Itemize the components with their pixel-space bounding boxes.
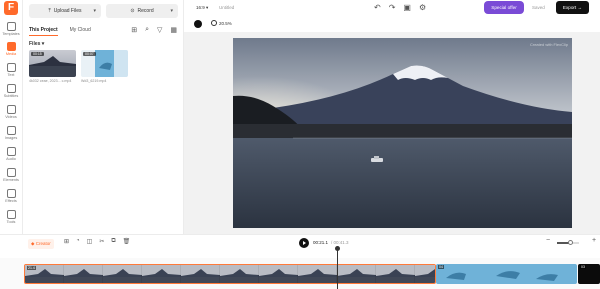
search-icon[interactable]: ⌕: [145, 26, 149, 34]
record-button[interactable]: ⊙ Record ▾: [106, 4, 178, 18]
subtitles-icon: [6, 84, 16, 93]
clip-frame: [298, 265, 338, 283]
timeline-zoom-slider[interactable]: [557, 240, 579, 245]
video-editor: F Templates Media Text Subtitles Videos …: [0, 0, 600, 289]
clip-frame: [337, 265, 377, 283]
play-button[interactable]: [299, 238, 309, 248]
rail-item-tools[interactable]: Tools: [0, 210, 22, 224]
watermark-text: Created with FlexClip: [529, 42, 568, 47]
clip-frame: [64, 265, 104, 283]
filter-icon[interactable]: ▽: [157, 26, 162, 34]
rail-item-videos[interactable]: Videos: [0, 105, 22, 119]
undo-icon[interactable]: ↶: [374, 3, 381, 12]
files-folder-label[interactable]: Files ▾: [29, 41, 44, 47]
text-icon: [6, 63, 16, 72]
add-track-icon[interactable]: ⊞: [64, 238, 69, 245]
clip-duration-badge: 03: [580, 265, 586, 269]
audio-icon: [6, 147, 16, 156]
top-bar: 16:9 ▾ Untitled ↶ ↷ ▣ ⚙ Special offer Sa…: [184, 0, 600, 16]
rail-item-audio[interactable]: Audio: [0, 147, 22, 161]
preview-stage: Created with FlexClip: [184, 32, 600, 234]
clip-frame: [220, 265, 260, 283]
background-color-picker[interactable]: [194, 20, 202, 28]
rail-item-images[interactable]: Images: [0, 126, 22, 140]
elements-icon: [6, 168, 16, 177]
video-clip-mountain[interactable]: 21.4: [24, 264, 436, 284]
clip-filmstrip: [25, 265, 435, 283]
zoom-out-icon[interactable]: −: [546, 237, 550, 244]
rail-item-effects[interactable]: Effects: [0, 189, 22, 203]
creator-button[interactable]: ◆ Creator: [28, 239, 54, 249]
effects-icon: [6, 189, 16, 198]
video-preview[interactable]: Created with FlexClip: [233, 38, 572, 228]
record-icon: ⊙: [130, 8, 135, 14]
media-thumbnail[interactable]: 00:07: [81, 50, 128, 77]
clip-frame: [376, 265, 416, 283]
aspect-ratio-dropdown[interactable]: 16:9 ▾: [196, 5, 208, 11]
media-filename: 4k032 ceae, 2023... c.mp4: [29, 79, 72, 83]
templates-icon: [6, 22, 16, 31]
rail-item-templates[interactable]: Templates: [0, 22, 22, 36]
clip-frame: [142, 265, 182, 283]
chevron-down-icon[interactable]: ▾: [170, 8, 173, 14]
clip-frame: [181, 265, 221, 283]
speed-icon[interactable]: ◔: [76, 238, 80, 245]
videos-icon: [6, 105, 16, 114]
rail-item-text[interactable]: Text: [0, 63, 22, 77]
clock-icon: [211, 20, 217, 26]
duration-badge: 00:07: [83, 52, 96, 56]
rail-item-media[interactable]: Media: [0, 42, 22, 56]
new-folder-icon[interactable]: ⊞: [131, 26, 137, 34]
preview-toolbar: 20.5%: [184, 16, 600, 32]
duplicate-icon[interactable]: ⧉: [111, 238, 115, 245]
cut-icon[interactable]: ✂: [99, 238, 104, 245]
video-clip-end[interactable]: 03: [578, 264, 600, 284]
timeline-playhead[interactable]: [337, 248, 338, 289]
clip-frame: [415, 265, 435, 283]
split-icon[interactable]: ◫: [87, 238, 93, 245]
rail-item-elements[interactable]: Elements: [0, 168, 22, 182]
tab-my-cloud[interactable]: My Cloud: [70, 27, 91, 36]
upload-files-button[interactable]: ⤒ Upload Files ▾: [29, 4, 101, 18]
settings-icon[interactable]: ⚙: [419, 3, 426, 12]
upload-icon: ⤒: [48, 8, 51, 14]
clip-frame: [259, 265, 299, 283]
app-logo[interactable]: F: [4, 1, 18, 15]
screenshot-icon[interactable]: ▣: [403, 3, 411, 12]
stock-media-icon[interactable]: ▦: [170, 26, 177, 34]
clip-duration-badge: 04: [438, 265, 444, 269]
project-title[interactable]: Untitled: [219, 5, 234, 10]
tools-icon: [6, 210, 16, 219]
current-time: 00:21.1: [313, 240, 329, 245]
clip-frame: [103, 265, 143, 283]
media-panel: ⤒ Upload Files ▾ ⊙ Record ▾ This Project…: [23, 0, 211, 234]
timeline-toolbar: ◆ Creator ⊞ ◔ ◫ ✂ ⧉ 🗑 00:21.1 / 00:41.3 …: [0, 234, 600, 258]
clip-filmstrip: [436, 264, 577, 284]
speed-control[interactable]: 20.5%: [211, 20, 232, 26]
mount-fuji-frame: [233, 38, 572, 228]
total-duration: / 00:41.3: [331, 240, 349, 245]
save-status: Saved: [532, 5, 545, 10]
rail-item-subtitles[interactable]: Subtitles: [0, 84, 22, 98]
tab-this-project[interactable]: This Project: [29, 27, 58, 36]
clip-duration-badge: 21.4: [27, 266, 36, 270]
export-button[interactable]: Export →: [556, 1, 589, 14]
zoom-in-icon[interactable]: +: [592, 237, 596, 244]
playhead-handle[interactable]: [335, 246, 340, 251]
media-filename: Wd3_6219.mp4: [81, 79, 107, 83]
images-icon: [6, 126, 16, 135]
media-icon: [6, 42, 16, 51]
zoom-slider-knob[interactable]: [567, 240, 573, 245]
left-icon-rail: F Templates Media Text Subtitles Videos …: [0, 0, 23, 234]
duration-badge: 00:15: [31, 52, 44, 56]
special-offer-button[interactable]: Special offer: [484, 1, 524, 14]
delete-icon[interactable]: 🗑: [123, 238, 131, 245]
chevron-down-icon[interactable]: ▾: [93, 8, 96, 14]
redo-icon[interactable]: ↷: [389, 3, 396, 12]
media-thumbnail[interactable]: 00:15: [29, 50, 76, 77]
video-clip-underwater[interactable]: 04: [436, 264, 577, 284]
